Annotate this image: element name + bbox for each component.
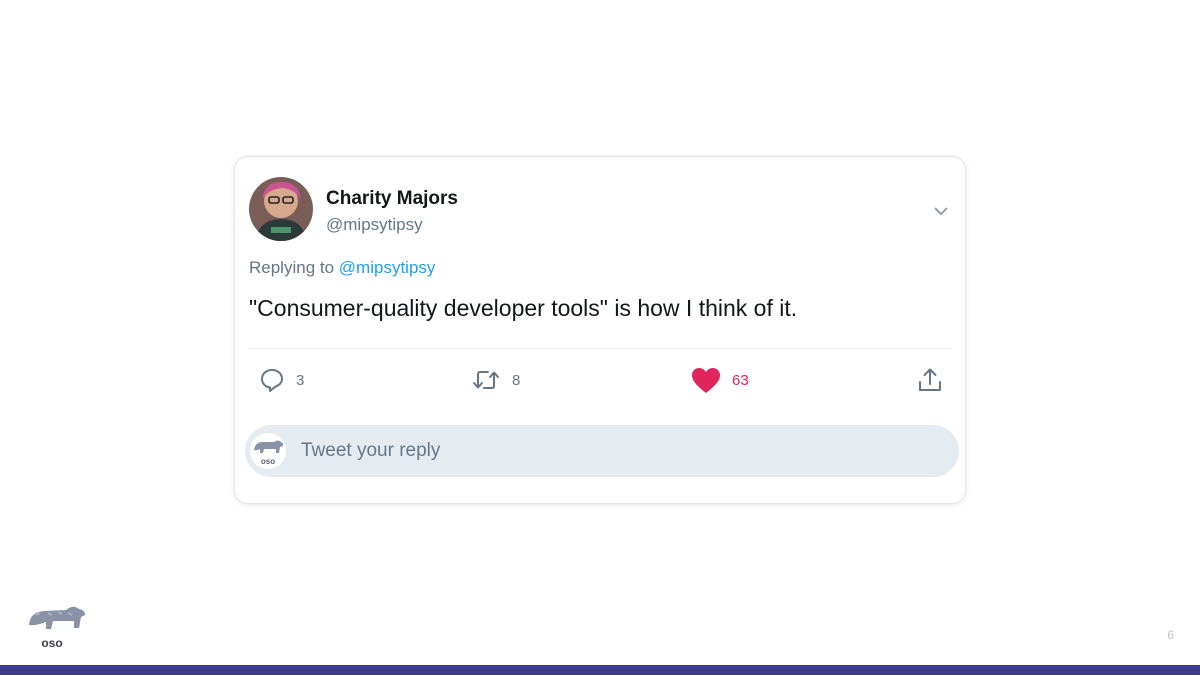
- share-button[interactable]: [917, 365, 943, 395]
- retweet-button[interactable]: 8: [471, 365, 520, 395]
- replying-to-mention-link[interactable]: @mipsytipsy: [339, 258, 436, 277]
- bottom-bar: [0, 665, 1200, 675]
- avatar[interactable]: [249, 177, 313, 241]
- reply-avatar: oso: [249, 433, 287, 469]
- reply-count: 3: [296, 371, 305, 389]
- oso-bear-logo-icon: oso: [29, 606, 85, 650]
- oso-bear-logo-icon: oso: [250, 433, 286, 469]
- reply-placeholder: Tweet your reply: [301, 440, 441, 461]
- reply-input[interactable]: oso Tweet your reply: [245, 425, 959, 477]
- footer-logo-text: oso: [41, 636, 62, 650]
- footer-logo: oso: [26, 603, 88, 655]
- replying-to-line: Replying to @mipsytipsy: [249, 258, 435, 278]
- retweet-count: 8: [512, 371, 521, 389]
- reply-icon: [261, 369, 283, 392]
- reply-button[interactable]: 3: [259, 365, 304, 395]
- author-handle[interactable]: @mipsytipsy: [326, 215, 423, 235]
- chevron-down-icon: [934, 207, 948, 215]
- more-menu-button[interactable]: [931, 201, 951, 221]
- author-name[interactable]: Charity Majors: [326, 188, 458, 210]
- retweet-icon: [473, 371, 499, 389]
- replying-to-label: Replying to: [249, 258, 335, 277]
- heart-icon: [692, 367, 720, 393]
- tweet-card: Charity Majors @mipsytipsy Replying to @…: [234, 156, 966, 504]
- tweet-text: "Consumer-quality developer tools" is ho…: [249, 295, 798, 321]
- share-icon: [919, 368, 941, 391]
- like-count: 63: [732, 371, 749, 389]
- divider: [249, 348, 951, 349]
- page-number: 6: [1167, 628, 1174, 642]
- reply-avatar-logo-text: oso: [261, 457, 275, 466]
- like-button[interactable]: 63: [691, 365, 749, 395]
